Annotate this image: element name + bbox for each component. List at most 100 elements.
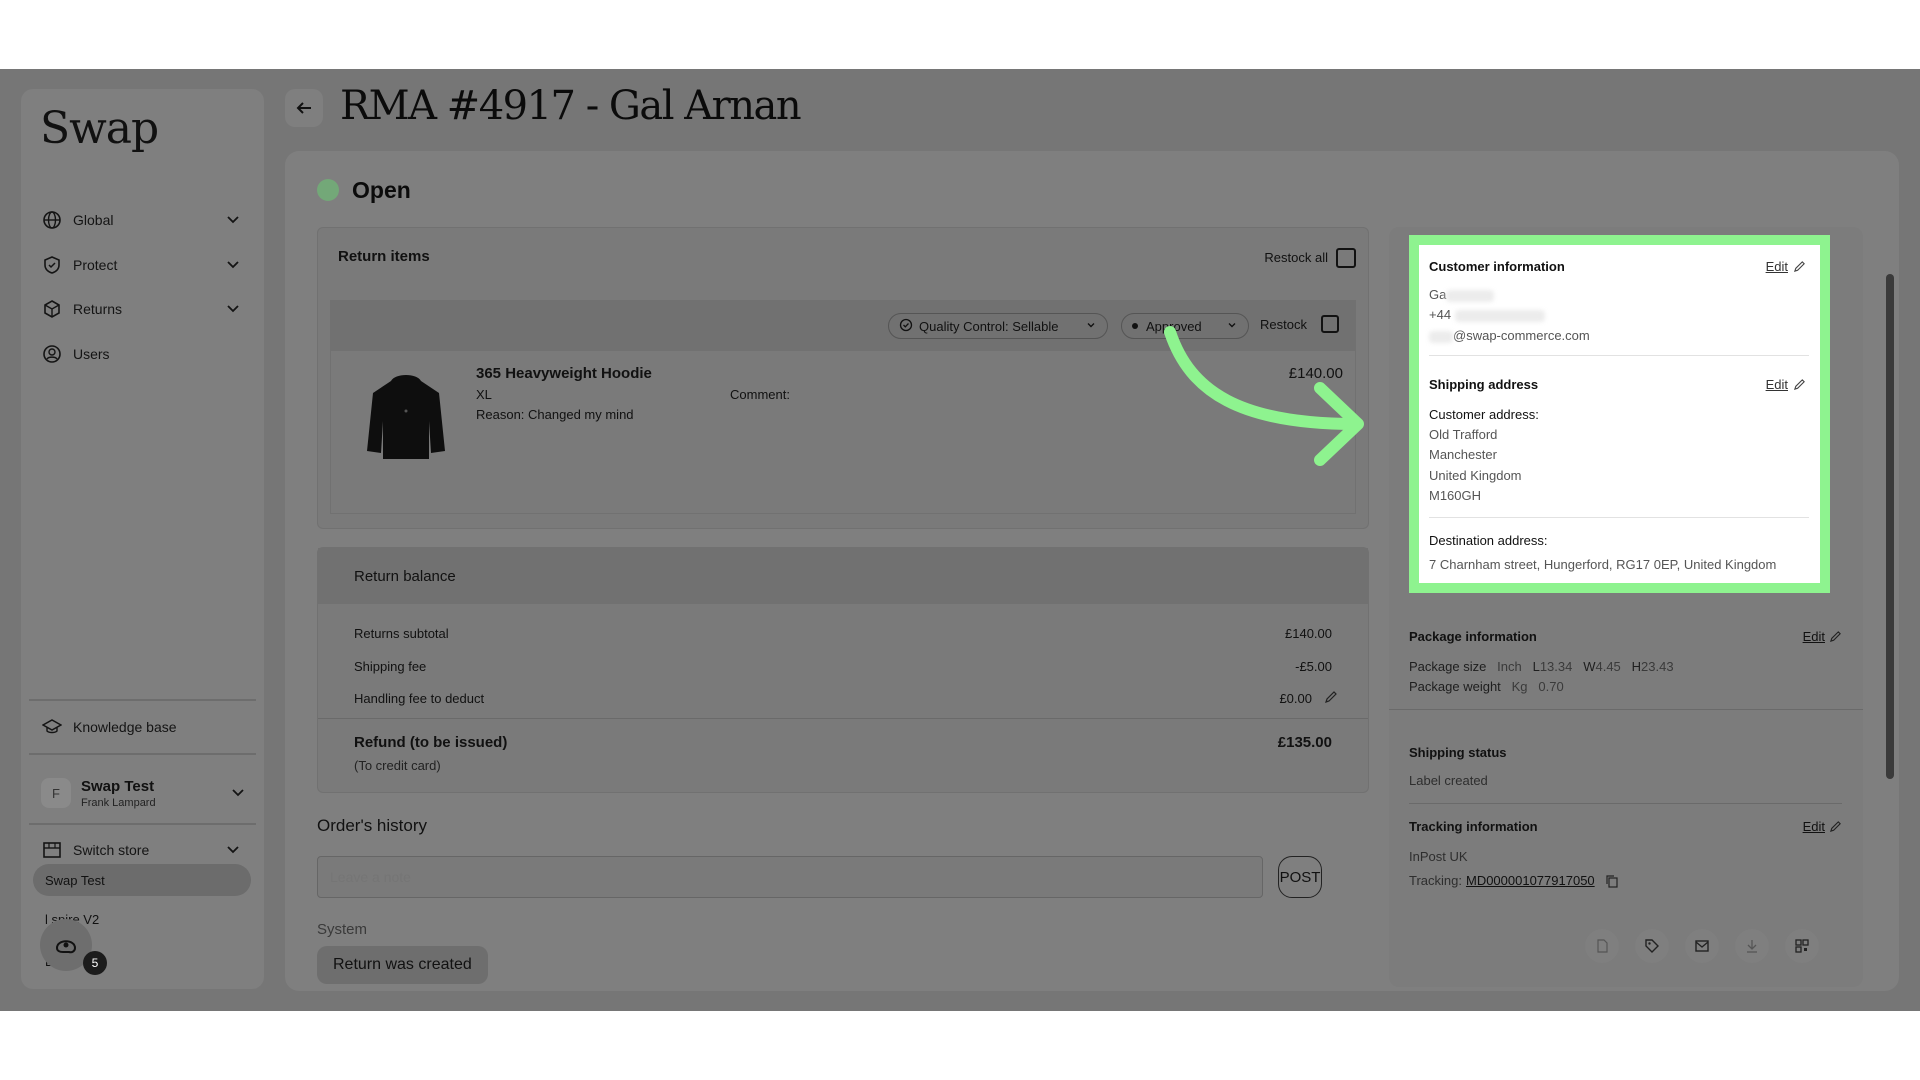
document-icon[interactable]	[1585, 929, 1619, 963]
shipping-fee-label: Shipping fee	[354, 659, 427, 674]
shipping-status-section: Shipping status Label created	[1409, 745, 1842, 788]
top-bar	[0, 0, 1920, 69]
restock-all-checkbox[interactable]	[1336, 248, 1356, 268]
tag-icon[interactable]	[1635, 929, 1669, 963]
store-item-swap-test[interactable]: Swap Test	[33, 864, 251, 896]
edit-label: Edit	[1765, 259, 1788, 274]
customer-phone: +44	[1429, 307, 1545, 322]
package-weight-value: 0.70	[1538, 679, 1564, 694]
order-history-title: Order's history	[317, 816, 427, 835]
edit-label: Edit	[1802, 629, 1825, 644]
product-name: 365 Heavyweight Hoodie	[476, 365, 652, 382]
shipping-status-title: Shipping status	[1409, 745, 1507, 760]
tracking-section: Tracking information Edit InPost UK Trac…	[1409, 819, 1842, 888]
carrier-name: InPost UK	[1409, 849, 1468, 864]
customer-name: Ga	[1429, 287, 1495, 302]
chevron-down-icon	[225, 841, 241, 860]
customer-info-title: Customer information	[1429, 259, 1565, 274]
arrow-left-icon	[296, 102, 311, 114]
shipping-edit-button[interactable]: Edit	[1766, 377, 1806, 392]
section-divider	[1429, 517, 1809, 518]
redacted-block	[1446, 289, 1495, 302]
returns-subtotal-label: Returns subtotal	[354, 626, 449, 641]
post-button[interactable]: POST	[1278, 856, 1322, 898]
address-line: Old Trafford	[1429, 427, 1498, 442]
mail-icon[interactable]	[1685, 929, 1719, 963]
package-weight-row: Package weight Kg 0.70	[1409, 679, 1564, 694]
status-label: Open	[352, 177, 411, 203]
account-switcher[interactable]: F Swap Test Frank Lampard	[31, 764, 254, 822]
pencil-icon	[1793, 261, 1805, 273]
customer-edit-button[interactable]: Edit	[1766, 259, 1806, 274]
destination-address: 7 Charnham street, Hungerford, RG17 0EP,…	[1429, 557, 1777, 572]
sidebar-divider	[29, 699, 256, 701]
package-info-section: Package information Edit Package size In…	[1409, 629, 1842, 694]
address-line: United Kingdom	[1429, 468, 1522, 483]
scrollbar-thumb[interactable]	[1886, 274, 1894, 779]
return-balance-panel: Return balance Returns subtotal £140.00 …	[317, 547, 1369, 793]
page-title: RMA #4917 - Gal Arnan	[340, 83, 802, 129]
refund-label: Refund (to be issued)	[354, 734, 508, 751]
switch-store-label: Switch store	[73, 842, 150, 858]
chevron-down-icon	[225, 256, 241, 275]
customer-name-text: Ga	[1429, 287, 1447, 302]
package-size-unit: Inch	[1497, 659, 1522, 674]
balance-header	[318, 548, 1368, 604]
sidebar-item-label: Protect	[73, 257, 118, 273]
sidebar-divider	[29, 753, 256, 755]
avatar: F	[41, 778, 71, 808]
sidebar-item-global[interactable]: Global	[41, 205, 241, 235]
package-edit-button[interactable]: Edit	[1803, 629, 1842, 644]
quality-control-dropdown[interactable]: Quality Control: Sellable	[888, 313, 1108, 339]
quality-control-label: Quality Control: Sellable	[919, 318, 1059, 334]
pencil-icon[interactable]	[1324, 690, 1338, 709]
pencil-icon	[1793, 379, 1805, 391]
back-button[interactable]	[285, 89, 323, 127]
handling-fee-label: Handling fee to deduct	[354, 691, 485, 706]
section-divider	[1389, 709, 1863, 710]
return-balance-title: Return balance	[354, 568, 456, 585]
copy-icon[interactable]	[1605, 874, 1619, 888]
edit-label: Edit	[1802, 819, 1825, 834]
history-actor: System	[317, 921, 368, 938]
sidebar-item-protect[interactable]: Protect	[41, 250, 241, 280]
switch-store-toggle[interactable]: Switch store	[41, 835, 241, 865]
sidebar-item-returns[interactable]: Returns	[41, 294, 241, 324]
shipping-address-title: Shipping address	[1429, 377, 1539, 392]
sidebar: Swap Global Protect Returns Users Knowle…	[21, 89, 264, 989]
sidebar-item-label: Returns	[73, 301, 123, 317]
chevron-down-icon	[225, 300, 241, 319]
sidebar-item-users[interactable]: Users	[41, 339, 241, 369]
shipping-fee-value: -£5.00	[1295, 659, 1332, 674]
customer-email: @swap-commerce.com	[1429, 328, 1590, 343]
product-image	[361, 361, 451, 471]
balance-divider	[318, 718, 1368, 719]
customer-address-label: Customer address:	[1429, 407, 1539, 422]
package-weight-unit: Kg	[1511, 679, 1528, 694]
section-divider	[1409, 803, 1842, 804]
handling-fee-value: £0.00	[1279, 691, 1312, 706]
package-size-row: Package size Inch L13.34 W4.45 H23.43	[1409, 659, 1674, 674]
qr-code-icon[interactable]	[1785, 929, 1819, 963]
box-icon	[41, 298, 63, 320]
account-name: Swap Test	[81, 777, 155, 795]
knowledge-base-link[interactable]: Knowledge base	[41, 712, 241, 742]
user-icon	[41, 343, 63, 365]
note-input[interactable]	[317, 856, 1263, 898]
address-line: Manchester	[1429, 447, 1497, 462]
tracking-number-link[interactable]: MD000001077917050	[1466, 873, 1595, 888]
graduation-cap-icon	[41, 716, 63, 738]
knowledge-base-label: Knowledge base	[73, 719, 177, 735]
check-circle-icon	[899, 318, 913, 335]
download-icon[interactable]	[1735, 929, 1769, 963]
customer-email-text: @swap-commerce.com	[1453, 328, 1590, 343]
notification-badge: 5	[83, 951, 107, 975]
tracking-title: Tracking information	[1409, 819, 1538, 834]
destination-address-label: Destination address:	[1429, 533, 1548, 548]
pencil-icon	[1829, 631, 1841, 643]
refund-value: £135.00	[1277, 734, 1332, 751]
address-line: M160GH	[1429, 488, 1482, 503]
package-length: 13.34	[1539, 659, 1573, 674]
restock-all-label: Restock all	[1264, 250, 1328, 265]
tracking-edit-button[interactable]: Edit	[1803, 819, 1842, 834]
